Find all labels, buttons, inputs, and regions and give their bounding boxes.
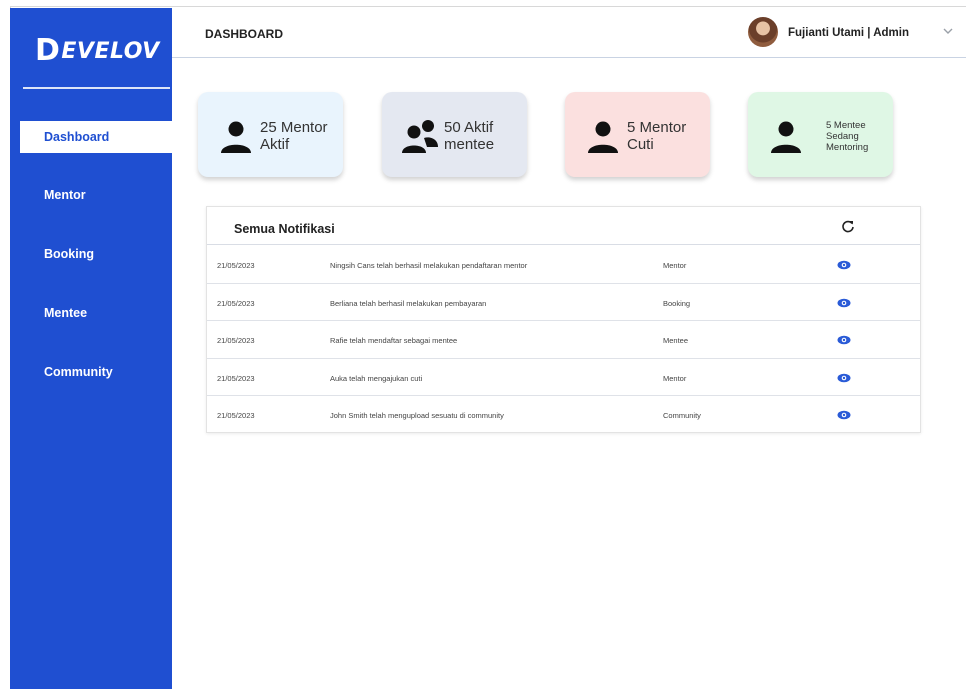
user-name[interactable]: Fujianti Utami | Admin xyxy=(788,27,909,39)
table-row[interactable]: 21/05/2023 Ningsih Cans telah berhasil m… xyxy=(207,246,920,284)
avatar[interactable] xyxy=(748,17,778,47)
sidebar-item-label: Community xyxy=(44,365,113,379)
table-row[interactable]: 21/05/2023 John Smith telah mengupload s… xyxy=(207,396,920,434)
user-icon xyxy=(588,121,618,153)
stat-card-mentee-mentoring[interactable]: 5 Mentee Sedang Mentoring xyxy=(748,92,893,177)
user-icon xyxy=(771,121,801,153)
notification-category: Mentor xyxy=(663,261,687,270)
logo-text: EVELOV xyxy=(61,38,160,64)
top-bar: DASHBOARD Fujianti Utami | Admin xyxy=(172,8,966,58)
notification-message: Auka telah mengajukan cuti xyxy=(330,373,423,383)
eye-icon[interactable] xyxy=(837,333,851,347)
notification-date: 21/05/2023 xyxy=(217,261,255,270)
sidebar: D EVELOV Dashboard Mentor Booking Mentee … xyxy=(10,8,172,689)
notification-category: Mentor xyxy=(663,373,687,383)
table-row[interactable]: 21/05/2023 Rafie telah mendaftar sebagai… xyxy=(207,321,920,359)
eye-icon[interactable] xyxy=(837,258,851,272)
stat-card-mentor-aktif[interactable]: 25 Mentor Aktif xyxy=(198,92,343,177)
sidebar-item-community[interactable]: Community xyxy=(10,356,172,388)
sidebar-item-label: Dashboard xyxy=(44,130,110,144)
notifications-panel: Semua Notifikasi 21/05/2023 Ningsih Cans… xyxy=(206,206,921,433)
user-icon xyxy=(221,121,251,153)
notification-message: Berliana telah berhasil melakukan pembay… xyxy=(330,298,487,308)
sidebar-item-label: Mentee xyxy=(44,306,88,320)
stat-card-mentor-cuti[interactable]: 5 Mentor Cuti xyxy=(565,92,710,177)
notifications-title: Semua Notifikasi xyxy=(234,222,335,236)
sidebar-item-booking[interactable]: Booking xyxy=(10,238,172,270)
table-row[interactable]: 21/05/2023 Berliana telah berhasil melak… xyxy=(207,284,920,321)
stat-text: 5 Mentor Cuti xyxy=(627,119,687,153)
notification-category: Community xyxy=(663,411,701,420)
notification-date: 21/05/2023 xyxy=(217,298,255,308)
stat-text: 5 Mentee Sedang Mentoring xyxy=(826,120,869,153)
notification-date: 21/05/2023 xyxy=(217,411,255,420)
refresh-icon[interactable] xyxy=(841,219,855,233)
table-row[interactable]: 21/05/2023 Auka telah mengajukan cuti Me… xyxy=(207,359,920,396)
notification-category: Mentee xyxy=(663,336,689,345)
users-icon xyxy=(402,120,438,153)
notification-message: Ningsih Cans telah berhasil melakukan pe… xyxy=(330,261,528,270)
sidebar-item-mentor[interactable]: Mentor xyxy=(10,179,172,211)
eye-icon[interactable] xyxy=(837,408,851,422)
sidebar-item-label: Mentor xyxy=(44,188,86,202)
page-title: DASHBOARD xyxy=(205,27,283,41)
eye-icon[interactable] xyxy=(837,371,851,385)
sidebar-item-label: Booking xyxy=(44,247,94,261)
chevron-down-icon[interactable] xyxy=(942,25,954,37)
sidebar-divider xyxy=(23,87,170,89)
stat-text: 25 Mentor Aktif xyxy=(260,119,328,153)
sidebar-item-mentee[interactable]: Mentee xyxy=(10,297,172,329)
notification-date: 21/05/2023 xyxy=(217,373,255,383)
develov-logo[interactable]: D EVELOV xyxy=(35,33,159,68)
notification-message: Rafie telah mendaftar sebagai mentee xyxy=(330,336,458,345)
notification-date: 21/05/2023 xyxy=(217,336,255,345)
notification-message: John Smith telah mengupload sesuatu di c… xyxy=(330,411,504,420)
notifications-header: Semua Notifikasi xyxy=(207,207,920,245)
sidebar-item-dashboard[interactable]: Dashboard xyxy=(20,121,172,153)
logo-initial: D xyxy=(35,33,61,68)
stat-text: 50 Aktif mentee xyxy=(444,119,495,153)
eye-icon[interactable] xyxy=(837,296,851,310)
notification-category: Booking xyxy=(663,298,691,308)
stat-card-aktif-mentee[interactable]: 50 Aktif mentee xyxy=(382,92,527,177)
